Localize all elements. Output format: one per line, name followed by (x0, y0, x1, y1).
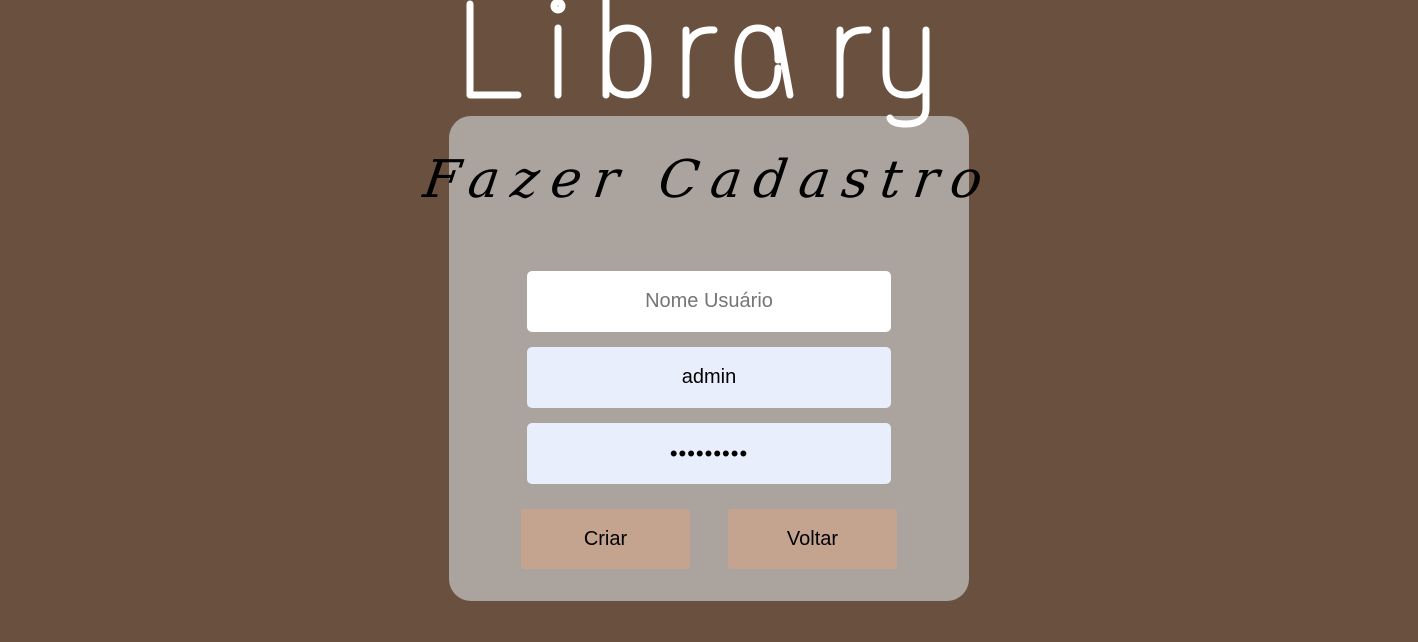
email-input[interactable] (527, 347, 891, 408)
create-button[interactable]: Criar (521, 509, 690, 569)
back-button[interactable]: Voltar (728, 509, 897, 569)
signup-page: Fazer Cadastro Criar Voltar (0, 0, 1418, 642)
library-logo (466, 0, 930, 128)
form-title: Fazer Cadastro (419, 150, 999, 210)
username-input[interactable] (527, 271, 891, 332)
password-input[interactable] (527, 423, 891, 484)
